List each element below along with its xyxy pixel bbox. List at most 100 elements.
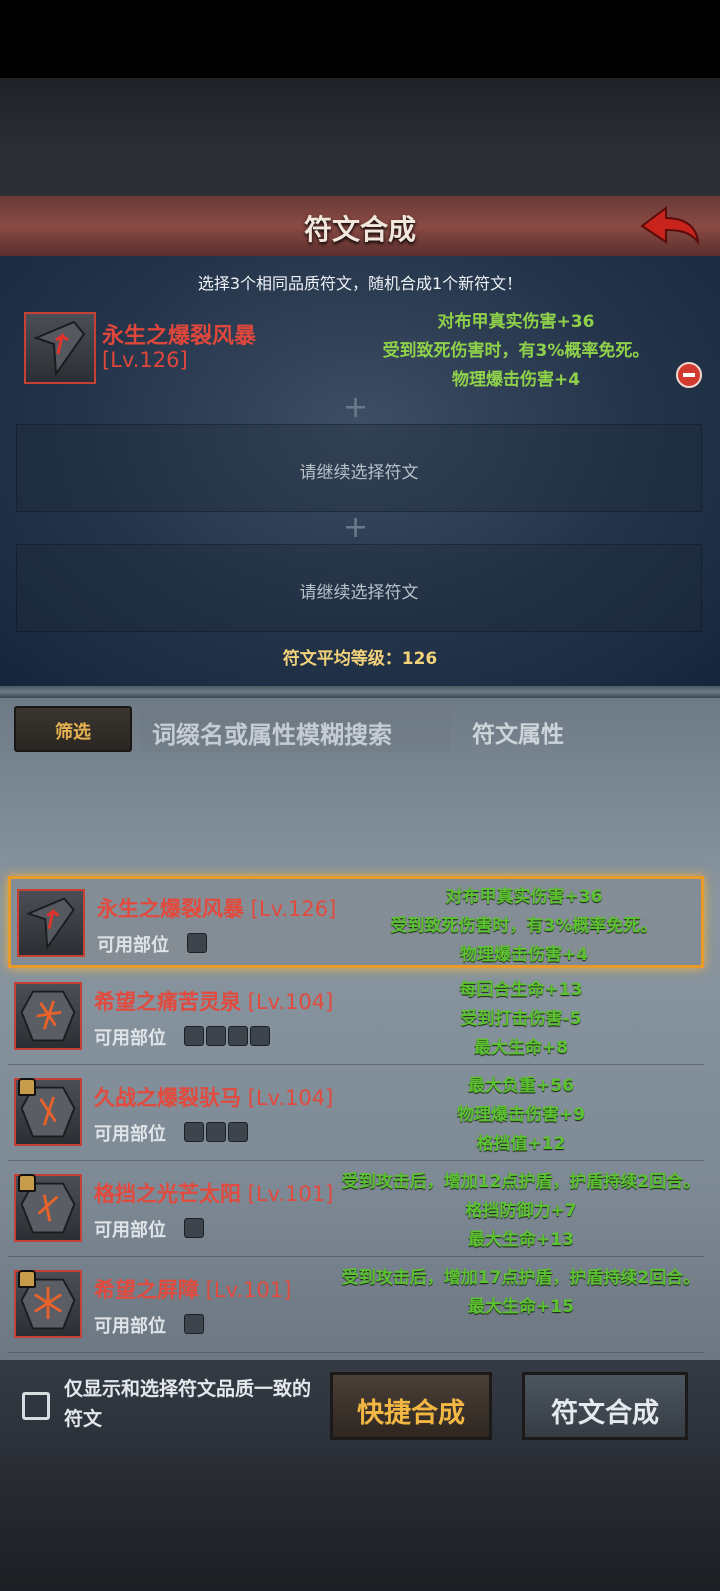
rune-name-text: 格挡之光芒太阳 (94, 1182, 241, 1206)
glove-slot-icon (206, 1121, 226, 1142)
usable-slots-label: 可用部位 (94, 1316, 166, 1337)
helmet-slot-icon (184, 1217, 204, 1238)
rune-list-item[interactable]: 希望之痛苦灵泉 [Lv.104] 可用部位 每回合生命+13 受到打击伤害-5 … (8, 972, 704, 1065)
quality-filter-checkbox[interactable] (22, 1392, 50, 1420)
attr-line: 受到打击伤害-5 (460, 1009, 582, 1029)
attr-line: 物理爆击伤害+9 (456, 1105, 586, 1125)
attr-line: 物理爆击伤害+4 (451, 370, 581, 390)
attr-line: 对布甲真实伤害+36 (437, 312, 595, 332)
attr-line: 受到攻击后，增加17点护盾，护盾持续2回合。 (341, 1268, 701, 1288)
compose-slot-1[interactable]: 永生之爆裂风暴 [Lv.126] 对布甲真实伤害+36 受到致死伤害时，有3%概… (16, 306, 702, 392)
rune-list-item[interactable]: 希望之屏障 [Lv.101] 可用部位 受到攻击后，增加17点护盾，护盾持续2回… (8, 1260, 704, 1353)
filter-label: 筛选 (55, 722, 91, 743)
rune-shard-icon (24, 312, 96, 384)
rune-level: [Lv.104] (241, 990, 334, 1014)
rune-stone-icon (14, 982, 82, 1050)
rune-level: [Lv.101] (241, 1182, 334, 1206)
search-input[interactable]: 词缀名或属性模糊搜索 (140, 706, 450, 752)
plus-icon: + (343, 390, 369, 425)
glove-slot-icon (228, 1025, 248, 1046)
rune-name-text: 希望之屏障 (94, 1278, 199, 1302)
quality-filter-label: 仅显示和选择符文品质一致的符文 (64, 1378, 312, 1430)
back-arrow-icon (640, 206, 700, 246)
page-title: 符文合成 (303, 213, 416, 246)
attr-line: 最大生命+15 (468, 1297, 574, 1317)
empty-slot-hint: 请继续选择符文 (299, 583, 419, 603)
rune-combine-label: 符文合成 (551, 1398, 659, 1429)
title-bar: 符文合成 (0, 196, 720, 258)
usable-slots-label: 可用部位 (94, 1028, 166, 1049)
lock-icon (18, 1078, 36, 1096)
usable-slot-icons (184, 1025, 272, 1047)
compose-instruction: 选择3个相同品质符文，随机合成1个新符文！ (197, 274, 523, 293)
rune-attrs: 每回合生命+13 受到打击伤害-5 最大生命+8 (338, 976, 704, 1063)
attr-line: 每回合生命+13 (459, 980, 583, 1000)
usable-slot-icons (184, 1121, 250, 1143)
usable-slots-label: 可用部位 (97, 935, 169, 956)
rune-name: 久战之爆裂驮马 [Lv.104] (94, 1082, 333, 1112)
rune-level: [Lv.101] (199, 1278, 292, 1302)
average-level: 符文平均等级：126 (282, 649, 438, 669)
rune-list-item[interactable]: 格挡之光芒太阳 [Lv.101] 可用部位 受到攻击后，增加12点护盾，护盾持续… (8, 1164, 704, 1257)
rune-name: 希望之屏障 [Lv.101] (94, 1274, 291, 1304)
search-placeholder: 词缀名或属性模糊搜索 (152, 721, 392, 749)
attr-line: 物理爆击伤害+4 (459, 945, 589, 965)
ring-slot-icon (250, 1025, 270, 1046)
attr-line: 最大生命+8 (473, 1038, 569, 1058)
rune-inventory-panel: 筛选 词缀名或属性模糊搜索 符文属性 永生之爆裂风暴 [Lv.126] 可用部位 (0, 698, 720, 1378)
rune-name: 希望之痛苦灵泉 [Lv.104] (94, 986, 333, 1016)
armor-slot-icon (187, 932, 207, 953)
ring-slot-icon (228, 1121, 248, 1142)
remove-rune-button[interactable] (676, 362, 702, 388)
rune-combine-button[interactable]: 符文合成 (522, 1372, 688, 1440)
plus-icon: + (343, 510, 369, 545)
rune-attrs: 受到攻击后，增加12点护盾，护盾持续2回合。 格挡防御力+7 最大生命+13 (338, 1168, 704, 1255)
filter-button[interactable]: 筛选 (14, 706, 132, 752)
attr-line: 受到致死伤害时，有3%概率免死。 (382, 341, 650, 361)
rune-name-text: 永生之爆裂风暴 (97, 897, 244, 921)
compose-slot-2[interactable]: 请继续选择符文 (16, 424, 702, 512)
compose-slot-3[interactable]: 请继续选择符文 (16, 544, 702, 632)
armor-slot-icon (184, 1025, 204, 1046)
selected-rune-name: 永生之爆裂风暴 (102, 324, 257, 349)
usable-slot-icons (187, 932, 209, 954)
compose-panel: 选择3个相同品质符文，随机合成1个新符文！ 永生之爆裂风暴 [Lv.126] 对… (0, 256, 720, 686)
lock-icon (18, 1270, 36, 1288)
attr-line: 格挡防御力+7 (465, 1201, 577, 1221)
attr-line: 受到致死伤害时，有3%概率免死。 (390, 916, 658, 936)
divider (0, 686, 720, 698)
rune-attrs: 受到攻击后，增加17点护盾，护盾持续2回合。 最大生命+15 (338, 1264, 704, 1322)
usable-slot-icons (184, 1313, 206, 1335)
rune-attribute-tab[interactable]: 符文属性 (472, 706, 582, 752)
rune-attrs: 对布甲真实伤害+36 受到致死伤害时，有3%概率免死。 物理爆击伤害+4 (341, 883, 707, 970)
armor-slot-icon (184, 1121, 204, 1142)
action-bar: 仅显示和选择符文品质一致的符文 快捷合成 符文合成 (0, 1360, 720, 1456)
rune-name: 格挡之光芒太阳 [Lv.101] (94, 1178, 333, 1208)
helmet-slot-icon (206, 1025, 226, 1046)
usable-slot-icons (184, 1217, 206, 1239)
rune-level: [Lv.104] (241, 1086, 334, 1110)
rune-list-item[interactable]: 永生之爆裂风暴 [Lv.126] 可用部位 对布甲真实伤害+36 受到致死伤害时… (8, 876, 704, 968)
rune-attribute-label: 符文属性 (472, 722, 564, 748)
empty-slot-hint: 请继续选择符文 (299, 463, 419, 483)
rune-shard-icon (17, 889, 85, 957)
rune-list-item[interactable]: 久战之爆裂驮马 [Lv.104] 可用部位 最大负重+56 物理爆击伤害+9 格… (8, 1068, 704, 1161)
rune-name-text: 希望之痛苦灵泉 (94, 990, 241, 1014)
back-button[interactable] (638, 202, 702, 250)
attr-line: 受到攻击后，增加12点护盾，护盾持续2回合。 (341, 1172, 701, 1192)
attr-line: 最大负重+56 (468, 1076, 574, 1096)
bottom-backdrop (0, 1456, 720, 1591)
rune-level: [Lv.126] (244, 897, 337, 921)
helmet-slot-icon (184, 1313, 204, 1334)
attr-line: 最大生命+13 (468, 1230, 574, 1250)
attr-line: 格挡值+12 (476, 1134, 566, 1154)
quick-combine-button[interactable]: 快捷合成 (330, 1372, 492, 1440)
app-screen: 符文合成 选择3个相同品质符文，随机合成1个新符文！ 永生之爆裂风暴 [Lv.1… (0, 0, 720, 1591)
status-area (0, 0, 720, 78)
usable-slots-label: 可用部位 (94, 1124, 166, 1145)
usable-slots-label: 可用部位 (94, 1220, 166, 1241)
lock-icon (18, 1174, 36, 1192)
rune-name: 永生之爆裂风暴 [Lv.126] (97, 893, 336, 923)
attr-line: 对布甲真实伤害+36 (445, 887, 603, 907)
selected-rune-attrs: 对布甲真实伤害+36 受到致死伤害时，有3%概率免死。 物理爆击伤害+4 (346, 308, 686, 395)
